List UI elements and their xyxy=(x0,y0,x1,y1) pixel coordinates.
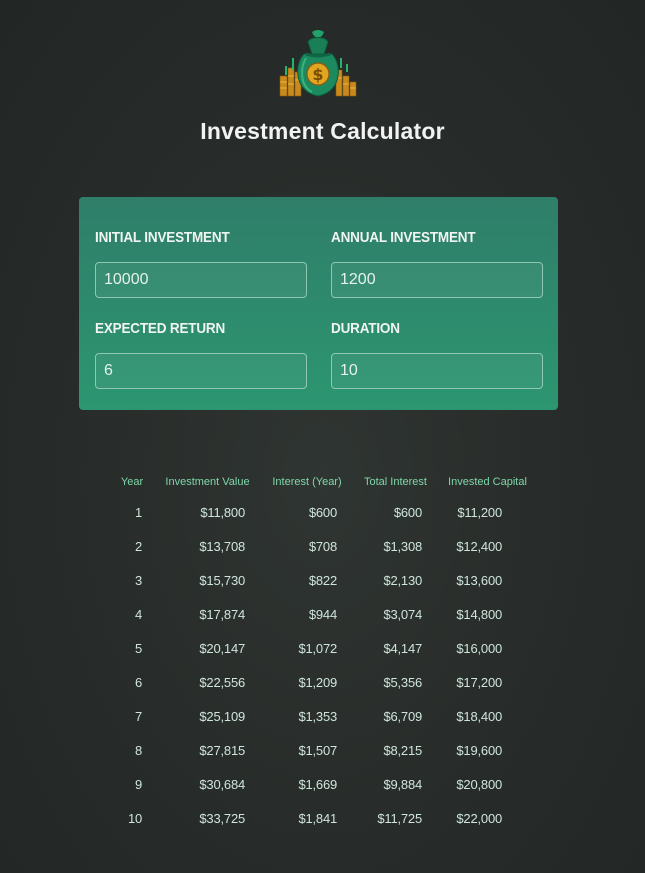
cell-invested-capital: $16,000 xyxy=(456,640,502,656)
column-header-interest-year: Interest (Year) xyxy=(272,476,342,488)
table-row: 3 $15,730 $822 $2,130 $13,600 xyxy=(110,563,537,597)
cell-interest-year: $822 xyxy=(308,572,337,588)
cell-invested-capital: $13,600 xyxy=(456,572,502,588)
cell-year: 9 xyxy=(134,776,142,792)
cell-year: 7 xyxy=(134,708,142,724)
duration-input[interactable] xyxy=(331,353,543,389)
table-row: 7 $25,109 $1,353 $6,709 $18,400 xyxy=(110,699,537,733)
column-header-investment-value: Investment Value xyxy=(165,476,250,488)
duration-label: DURATION xyxy=(331,320,400,337)
cell-year: 5 xyxy=(134,640,142,656)
cell-invested-capital: $19,600 xyxy=(456,742,502,758)
cell-invested-capital: $17,200 xyxy=(456,674,502,690)
table-row: 2 $13,708 $708 $1,308 $12,400 xyxy=(110,529,537,563)
cell-invested-capital: $11,200 xyxy=(457,504,502,520)
cell-investment-value: $20,147 xyxy=(199,640,245,656)
column-header-invested-capital: Invested Capital xyxy=(448,476,527,488)
cell-year: 8 xyxy=(134,742,142,758)
cell-total-interest: $3,074 xyxy=(383,606,422,622)
column-header-year: Year xyxy=(120,476,144,488)
cell-interest-year: $1,072 xyxy=(298,640,337,656)
cell-invested-capital: $22,000 xyxy=(456,810,502,826)
cell-total-interest: $11,725 xyxy=(377,810,422,826)
annual-investment-label: ANNUAL INVESTMENT xyxy=(331,229,476,246)
expected-return-group: EXPECTED RETURN xyxy=(95,319,307,389)
cell-invested-capital: $20,800 xyxy=(456,776,502,792)
cell-year: 6 xyxy=(134,674,142,690)
cell-investment-value: $11,800 xyxy=(200,504,245,520)
cell-investment-value: $17,874 xyxy=(199,606,245,622)
user-input-panel: INITIAL INVESTMENT ANNUAL INVESTMENT EXP… xyxy=(79,197,558,410)
cell-total-interest: $9,884 xyxy=(383,776,422,792)
table-row: 6 $22,556 $1,209 $5,356 $17,200 xyxy=(110,665,537,699)
cell-investment-value: $33,725 xyxy=(199,810,245,826)
table-row: 1 $11,800 $600 $600 $11,200 xyxy=(110,495,537,529)
cell-total-interest: $600 xyxy=(393,504,422,520)
cell-year: 2 xyxy=(134,538,142,554)
initial-investment-input[interactable] xyxy=(95,262,307,298)
cell-interest-year: $1,669 xyxy=(298,776,337,792)
cell-interest-year: $1,507 xyxy=(298,742,337,758)
expected-return-input[interactable] xyxy=(95,353,307,389)
cell-total-interest: $6,709 xyxy=(383,708,422,724)
cell-investment-value: $22,556 xyxy=(199,674,245,690)
table-row: 5 $20,147 $1,072 $4,147 $16,000 xyxy=(110,631,537,665)
cell-total-interest: $4,147 xyxy=(383,640,422,656)
column-header-total-interest: Total Interest xyxy=(364,476,427,488)
cell-total-interest: $8,215 xyxy=(383,742,422,758)
table-row: 4 $17,874 $944 $3,074 $14,800 xyxy=(110,597,537,631)
duration-group: DURATION xyxy=(331,319,543,389)
table-row: 8 $27,815 $1,507 $8,215 $19,600 xyxy=(110,733,537,767)
cell-total-interest: $1,308 xyxy=(383,538,422,554)
cell-investment-value: $25,109 xyxy=(199,708,245,724)
cell-investment-value: $15,730 xyxy=(199,572,245,588)
cell-interest-year: $600 xyxy=(308,504,337,520)
annual-investment-input[interactable] xyxy=(331,262,543,298)
cell-interest-year: $1,209 xyxy=(298,674,337,690)
page-title: Investment Calculator xyxy=(200,118,445,144)
cell-invested-capital: $12,400 xyxy=(456,538,502,554)
cell-year: 10 xyxy=(127,810,142,826)
svg-text:$: $ xyxy=(312,65,323,84)
results-table-body: 1 $11,800 $600 $600 $11,200 2 $13,708 $7… xyxy=(110,495,537,835)
table-header-row: Year Investment Value Interest (Year) To… xyxy=(110,469,537,495)
money-bag-icon: $ xyxy=(279,30,357,97)
cell-year: 1 xyxy=(134,504,142,520)
initial-investment-group: INITIAL INVESTMENT xyxy=(95,228,307,298)
results-table: Year Investment Value Interest (Year) To… xyxy=(110,469,537,835)
table-row: 10 $33,725 $1,841 $11,725 $22,000 xyxy=(110,801,537,835)
cell-investment-value: $27,815 xyxy=(199,742,245,758)
cell-investment-value: $30,684 xyxy=(199,776,245,792)
cell-interest-year: $1,841 xyxy=(298,810,337,826)
cell-invested-capital: $18,400 xyxy=(456,708,502,724)
cell-year: 3 xyxy=(134,572,142,588)
table-row: 9 $30,684 $1,669 $9,884 $20,800 xyxy=(110,767,537,801)
cell-interest-year: $944 xyxy=(308,606,337,622)
cell-interest-year: $708 xyxy=(308,538,337,554)
cell-interest-year: $1,353 xyxy=(298,708,337,724)
annual-investment-group: ANNUAL INVESTMENT xyxy=(331,228,543,298)
cell-invested-capital: $14,800 xyxy=(456,606,502,622)
initial-investment-label: INITIAL INVESTMENT xyxy=(95,229,230,246)
cell-total-interest: $5,356 xyxy=(383,674,422,690)
app-header: $ Investment Calculator xyxy=(0,0,645,160)
cell-investment-value: $13,708 xyxy=(199,538,245,554)
cell-year: 4 xyxy=(134,606,142,622)
expected-return-label: EXPECTED RETURN xyxy=(95,320,226,337)
cell-total-interest: $2,130 xyxy=(383,572,422,588)
